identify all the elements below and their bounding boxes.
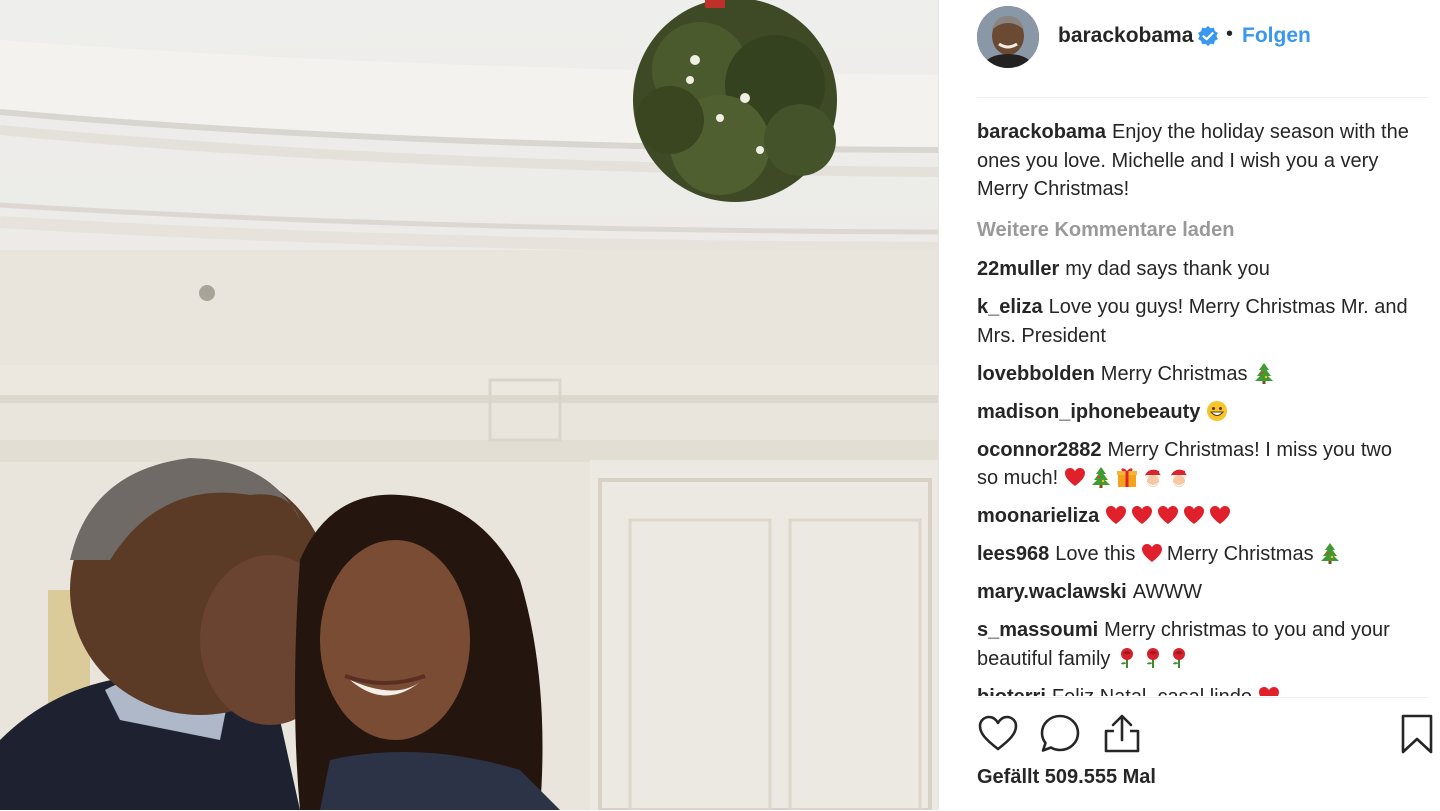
post-photo[interactable]: [0, 0, 938, 810]
likes-count[interactable]: Gefällt 509.555 Mal: [977, 766, 1156, 789]
comment-row: lovebbolden Merry Christmas: [977, 360, 1417, 389]
rose-emoji-icon: [1168, 647, 1194, 670]
santa-emoji-icon: [1142, 467, 1168, 489]
heart-emoji-icon: [1105, 505, 1131, 527]
heart-emoji-icon: [1209, 505, 1235, 527]
avatar[interactable]: [977, 6, 1039, 68]
comment-row: mary.waclawski AWWW: [977, 578, 1417, 607]
comment-username[interactable]: lovebbolden: [977, 363, 1095, 385]
separator-dot: •: [1226, 23, 1234, 45]
load-more-comments-button[interactable]: Weitere Kommentare laden: [977, 216, 1417, 245]
comment-row: oconnor2882 Merry Christmas! I miss you t…: [977, 436, 1417, 493]
heart-emoji-icon: [1157, 505, 1183, 527]
gift-emoji-icon: [1116, 467, 1142, 489]
post-username[interactable]: barackobama: [1058, 24, 1193, 48]
comment-username[interactable]: k_eliza: [977, 296, 1043, 318]
post-header: barackobama • Folgen: [977, 0, 1429, 98]
heart-outline-icon[interactable]: [977, 713, 1019, 755]
comment-text: AWWW: [1132, 581, 1202, 603]
comment-text: my dad says thank you: [1065, 258, 1270, 280]
comment-username[interactable]: mary.waclawski: [977, 581, 1127, 603]
heart-emoji-icon: [1258, 686, 1284, 696]
rose-emoji-icon: [1142, 647, 1168, 670]
comment-bubble-icon[interactable]: [1039, 713, 1081, 755]
comment-row: bioterri Feliz Natal, casal lindo: [977, 683, 1417, 697]
grinning-emoji-icon: [1206, 400, 1232, 423]
comment-username[interactable]: oconnor2882: [977, 439, 1101, 461]
heart-emoji-icon: [1131, 505, 1157, 527]
verified-badge-icon: [1198, 26, 1218, 46]
comment-text: Love this: [1055, 543, 1136, 565]
comment-row: s_massoumi Merry christmas to you and you…: [977, 616, 1417, 673]
comment-text: Merry Christmas: [1100, 362, 1248, 385]
comment-username[interactable]: s_massoumi: [977, 619, 1098, 641]
post-side-panel: barackobama • Folgen barackobama Enjoy th…: [939, 0, 1440, 810]
comment-row: lees968 Love this Merry Christmas: [977, 540, 1417, 569]
comment-entries: 22muller my dad says thank you k_eliza Lov…: [977, 255, 1417, 696]
comment-username[interactable]: lees968: [977, 543, 1049, 565]
comment-username[interactable]: madison_iphonebeauty: [977, 401, 1200, 423]
comment-row: moonarieliza: [977, 502, 1417, 531]
post-caption: barackobama Enjoy the holiday season with…: [977, 118, 1417, 204]
comment-row: madison_iphonebeauty: [977, 398, 1417, 427]
comment-text: Merry Christmas: [1166, 543, 1314, 565]
comment-username[interactable]: bioterri: [977, 686, 1046, 697]
comment-row: k_eliza Love you guys! Merry Christmas Mr…: [977, 293, 1417, 350]
santa-emoji-icon: [1168, 467, 1194, 489]
caption-username[interactable]: barackobama: [977, 121, 1106, 143]
christmas-tree-emoji-icon: [1090, 467, 1116, 489]
photo-illustration: [0, 0, 938, 810]
post-actions: Gefällt 509.555 Mal: [977, 697, 1433, 811]
heart-emoji-icon: [1141, 543, 1167, 565]
comment-text: Feliz Natal, casal lindo: [1052, 686, 1252, 697]
bookmark-icon[interactable]: [1396, 713, 1438, 755]
rose-emoji-icon: [1116, 647, 1142, 670]
comment-row: 22muller my dad says thank you: [977, 255, 1417, 284]
comment-username[interactable]: 22muller: [977, 258, 1059, 280]
share-icon[interactable]: [1101, 713, 1143, 755]
christmas-tree-emoji-icon: [1253, 362, 1279, 385]
comments-list[interactable]: barackobama Enjoy the holiday season with…: [977, 118, 1417, 696]
heart-emoji-icon: [1183, 505, 1209, 527]
follow-button[interactable]: Folgen: [1242, 24, 1311, 48]
comment-username[interactable]: moonarieliza: [977, 505, 1099, 527]
christmas-tree-emoji-icon: [1319, 543, 1345, 565]
heart-emoji-icon: [1064, 467, 1090, 489]
